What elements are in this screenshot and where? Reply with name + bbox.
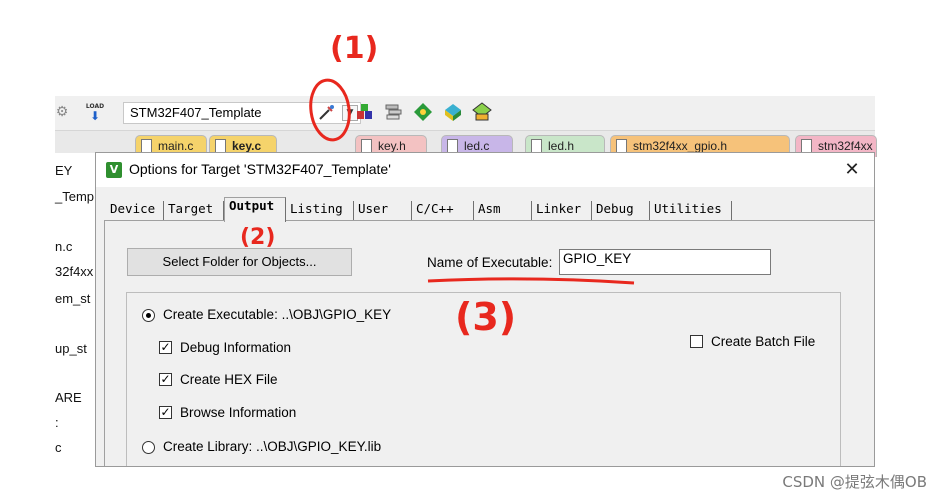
file-tab-label: key.c: [232, 139, 262, 153]
tab-device[interactable]: Device: [106, 201, 164, 221]
keil-app-icon: V: [106, 162, 122, 178]
create-batch-file-checkbox[interactable]: [690, 335, 703, 348]
browse-information-label[interactable]: Browse Information: [180, 405, 296, 420]
select-folder-button[interactable]: Select Folder for Objects...: [127, 248, 352, 276]
create-hex-checkbox[interactable]: ✓: [159, 373, 172, 386]
project-tree-item[interactable]: c: [55, 440, 62, 455]
tab-listing[interactable]: Listing: [286, 201, 354, 221]
debug-information-label[interactable]: Debug Information: [180, 340, 291, 355]
tab-linker[interactable]: Linker: [532, 201, 592, 221]
create-library-label[interactable]: Create Library: ..\OBJ\GPIO_KEY.lib: [163, 439, 381, 454]
options-tabs: Device Target Output Listing User C/C++ …: [106, 197, 846, 222]
project-tree-item[interactable]: ARE: [55, 390, 82, 405]
project-tree-item[interactable]: _Temp: [55, 189, 94, 204]
project-panel: EY _Temp n.c 32f4xx em_st up_st ARE : c: [55, 155, 95, 465]
target-select-value: STM32F407_Template: [130, 105, 262, 120]
file-tab-label: key.h: [378, 139, 406, 153]
project-tree-item[interactable]: em_st: [55, 291, 90, 306]
dialog-titlebar[interactable]: V Options for Target 'STM32F407_Template…: [96, 153, 874, 187]
browse-information-checkbox[interactable]: ✓: [159, 406, 172, 419]
pack-installer-icon[interactable]: [441, 100, 465, 124]
project-tree-item[interactable]: up_st: [55, 341, 87, 356]
file-icon: [801, 139, 812, 153]
tab-user[interactable]: User: [354, 201, 412, 221]
dialog-title: Options for Target 'STM32F407_Template': [129, 161, 391, 177]
toolbar: ⚙ LOAD ⬇ STM32F407_Template ▼: [55, 96, 875, 131]
file-icon: [215, 139, 226, 153]
close-button[interactable]: ✕: [840, 159, 864, 181]
create-batch-file-label[interactable]: Create Batch File: [711, 334, 815, 349]
options-dialog: V Options for Target 'STM32F407_Template…: [95, 152, 875, 467]
output-groupbox: Create Executable: ..\OBJ\GPIO_KEY ✓ Deb…: [126, 292, 841, 466]
load-icon[interactable]: LOAD ⬇: [83, 100, 107, 124]
name-of-executable-label: Name of Executable:: [427, 255, 553, 270]
radio-selected-dot: [146, 313, 151, 318]
tab-asm[interactable]: Asm: [474, 201, 532, 221]
tab-c-cpp[interactable]: C/C++: [412, 201, 474, 221]
file-tab-label: led.h: [548, 139, 575, 153]
create-executable-label[interactable]: Create Executable: ..\OBJ\GPIO_KEY: [163, 307, 391, 322]
annotation-label-1: (1): [330, 31, 378, 66]
project-tree-item[interactable]: :: [55, 415, 59, 430]
file-icon: [531, 139, 542, 153]
file-icon: [141, 139, 152, 153]
debug-information-checkbox[interactable]: ✓: [159, 341, 172, 354]
tab-utilities[interactable]: Utilities: [650, 201, 732, 221]
project-tree-item[interactable]: EY: [55, 163, 72, 178]
file-extensions-icon[interactable]: [353, 100, 377, 124]
create-executable-radio[interactable]: [142, 309, 155, 322]
name-of-executable-input[interactable]: GPIO_KEY: [559, 249, 771, 275]
watermark: CSDN @提弦木偶OB: [782, 473, 927, 491]
file-tab-label: stm32f4xx_gpio.h: [633, 139, 728, 153]
file-tabs-bar: main.c key.c key.h led.c led.h stm32f4xx…: [55, 131, 877, 157]
setup-icon[interactable]: ⚙: [55, 100, 69, 124]
tab-target[interactable]: Target: [164, 201, 224, 221]
file-tab-label: stm32f4xx: [818, 139, 873, 153]
tab-debug[interactable]: Debug: [592, 201, 650, 221]
select-packs-icon[interactable]: [411, 100, 435, 124]
project-tree-item[interactable]: 32f4xx: [55, 264, 93, 279]
file-icon: [616, 139, 627, 153]
project-tree-item[interactable]: n.c: [55, 239, 72, 254]
file-icon: [361, 139, 372, 153]
file-tab-label: main.c: [158, 139, 194, 153]
manage-rte-icon[interactable]: [382, 100, 406, 124]
create-hex-label[interactable]: Create HEX File: [180, 372, 278, 387]
file-tab-label: led.c: [464, 139, 490, 153]
create-library-radio[interactable]: [142, 441, 155, 454]
target-options-icon[interactable]: [315, 100, 339, 124]
event-recorder-icon[interactable]: [470, 100, 494, 124]
file-icon: [447, 139, 458, 153]
tab-output[interactable]: Output: [224, 197, 286, 222]
